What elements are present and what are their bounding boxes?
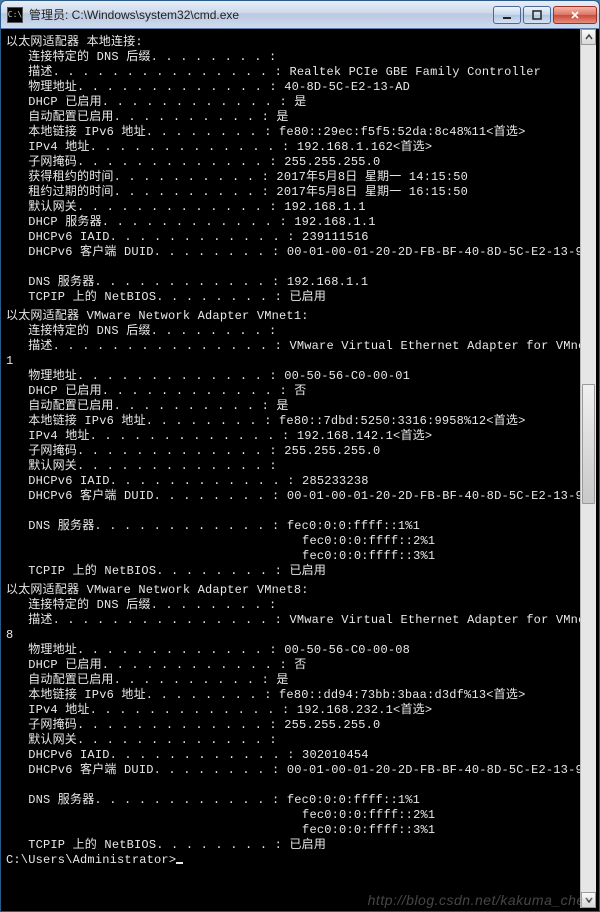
console-line: DHCP 已启用. . . . . . . . . . . . : 否 (6, 658, 592, 673)
console-line: 物理地址. . . . . . . . . . . . . : 00-50-56… (6, 643, 592, 658)
console-line: TCPIP 上的 NetBIOS. . . . . . . . : 已启用 (6, 564, 592, 579)
console-line: 8 (6, 628, 592, 643)
console-line: 子网掩码. . . . . . . . . . . . . : 255.255.… (6, 718, 592, 733)
console-line: DHCP 已启用. . . . . . . . . . . . : 否 (6, 384, 592, 399)
console-line: IPv4 地址. . . . . . . . . . . . . : 192.1… (6, 140, 592, 155)
console-line: fec0:0:0:ffff::3%1 (6, 549, 592, 564)
console-line: 物理地址. . . . . . . . . . . . . : 00-50-56… (6, 369, 592, 384)
console-line: 以太网适配器 VMware Network Adapter VMnet8: (6, 583, 592, 598)
console-line: C:\Users\Administrator> (6, 853, 592, 868)
console-line: 默认网关. . . . . . . . . . . . . : (6, 733, 592, 748)
console-line: fec0:0:0:ffff::2%1 (6, 534, 592, 549)
console-line: 物理地址. . . . . . . . . . . . . : 40-8D-5C… (6, 80, 592, 95)
cmd-icon (7, 7, 23, 23)
console-line: 本地链接 IPv6 地址. . . . . . . . : fe80::7dbd… (6, 414, 592, 429)
console-line: DHCPv6 客户端 DUID. . . . . . . . : 00-01-0… (6, 245, 592, 260)
console-line: 以太网适配器 本地连接: (6, 35, 592, 50)
scroll-thumb[interactable] (582, 384, 595, 504)
console-line: 默认网关. . . . . . . . . . . . . : (6, 459, 592, 474)
console-line: 连接特定的 DNS 后缀. . . . . . . . : (6, 598, 592, 613)
console-line (6, 778, 592, 793)
console-line (6, 504, 592, 519)
chevron-up-icon (585, 33, 593, 41)
console-output[interactable]: 以太网适配器 本地连接: 连接特定的 DNS 后缀. . . . . . . .… (4, 29, 596, 908)
minimize-button[interactable] (493, 6, 521, 24)
console-line: 描述. . . . . . . . . . . . . . . : Realte… (6, 65, 592, 80)
console-line: 连接特定的 DNS 后缀. . . . . . . . : (6, 324, 592, 339)
close-icon (570, 10, 580, 20)
console-line: 子网掩码. . . . . . . . . . . . . : 255.255.… (6, 444, 592, 459)
window-title: 管理员: C:\Windows\system32\cmd.exe (29, 6, 491, 23)
console-line: DHCPv6 IAID. . . . . . . . . . . . : 285… (6, 474, 592, 489)
console-line: 连接特定的 DNS 后缀. . . . . . . . : (6, 50, 592, 65)
titlebar[interactable]: 管理员: C:\Windows\system32\cmd.exe (1, 1, 599, 29)
console-line: 租约过期的时间. . . . . . . . . . : 2017年5月8日 星… (6, 185, 592, 200)
window-buttons (491, 6, 597, 24)
console-line: 以太网适配器 VMware Network Adapter VMnet1: (6, 309, 592, 324)
scroll-up-button[interactable] (581, 29, 596, 45)
vertical-scrollbar[interactable] (580, 29, 596, 908)
console-line: 默认网关. . . . . . . . . . . . . : 192.168.… (6, 200, 592, 215)
console-line: 描述. . . . . . . . . . . . . . . : VMware… (6, 339, 592, 354)
console-line: DHCPv6 客户端 DUID. . . . . . . . : 00-01-0… (6, 763, 592, 778)
console-line: 自动配置已启用. . . . . . . . . . : 是 (6, 673, 592, 688)
console-line: DNS 服务器. . . . . . . . . . . . : fec0:0:… (6, 519, 592, 534)
maximize-button[interactable] (523, 6, 551, 24)
console-line: TCPIP 上的 NetBIOS. . . . . . . . : 已启用 (6, 838, 592, 853)
console-line: DHCPv6 客户端 DUID. . . . . . . . : 00-01-0… (6, 489, 592, 504)
console-line: DNS 服务器. . . . . . . . . . . . : 192.168… (6, 275, 592, 290)
console-line: DHCPv6 IAID. . . . . . . . . . . . : 302… (6, 748, 592, 763)
console-line: 本地链接 IPv6 地址. . . . . . . . : fe80::29ec… (6, 125, 592, 140)
console-line: TCPIP 上的 NetBIOS. . . . . . . . : 已启用 (6, 290, 592, 305)
console-line: fec0:0:0:ffff::3%1 (6, 823, 592, 838)
maximize-icon (532, 10, 542, 20)
minimize-icon (502, 10, 512, 20)
console-line: IPv4 地址. . . . . . . . . . . . . : 192.1… (6, 703, 592, 718)
console-line: 自动配置已启用. . . . . . . . . . : 是 (6, 110, 592, 125)
console-line: DHCP 已启用. . . . . . . . . . . . : 是 (6, 95, 592, 110)
close-button[interactable] (553, 6, 597, 24)
console-line: 描述. . . . . . . . . . . . . . . : VMware… (6, 613, 592, 628)
console-line: 本地链接 IPv6 地址. . . . . . . . : fe80::dd94… (6, 688, 592, 703)
cursor (176, 862, 183, 864)
console-line: 自动配置已启用. . . . . . . . . . : 是 (6, 399, 592, 414)
cmd-window: 管理员: C:\Windows\system32\cmd.exe 以太网适配器 … (0, 0, 600, 912)
console-line: 获得租约的时间. . . . . . . . . . : 2017年5月8日 星… (6, 170, 592, 185)
console-line: 1 (6, 354, 592, 369)
console-line: DHCPv6 IAID. . . . . . . . . . . . : 239… (6, 230, 592, 245)
console-line: IPv4 地址. . . . . . . . . . . . . : 192.1… (6, 429, 592, 444)
console-line: DHCP 服务器. . . . . . . . . . . . : 192.16… (6, 215, 592, 230)
watermark-text: http://blog.csdn.net/kakuma_chen (368, 893, 593, 907)
scroll-track[interactable] (581, 45, 596, 892)
console-line: DNS 服务器. . . . . . . . . . . . : fec0:0:… (6, 793, 592, 808)
console-line (6, 260, 592, 275)
console-line: 子网掩码. . . . . . . . . . . . . : 255.255.… (6, 155, 592, 170)
console-line: fec0:0:0:ffff::2%1 (6, 808, 592, 823)
